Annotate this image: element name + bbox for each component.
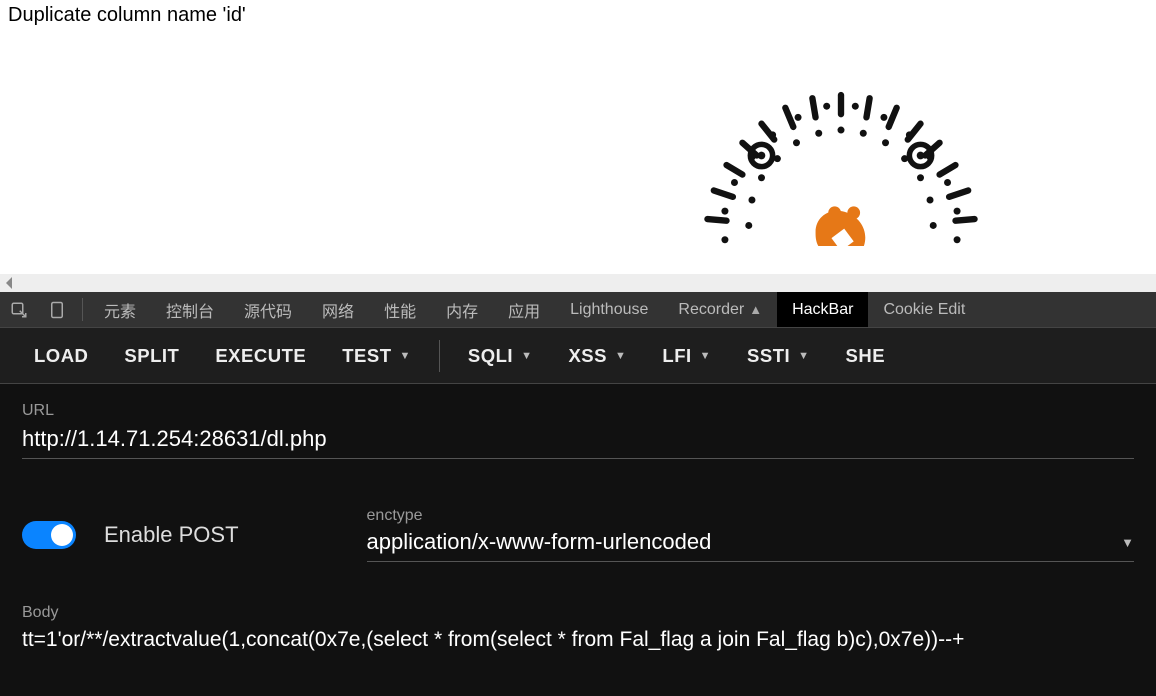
tab-recorder-label: Recorder xyxy=(678,301,744,319)
toggle-knob xyxy=(51,524,73,546)
body-label: Body xyxy=(22,604,1134,622)
tab-application[interactable]: 应用 xyxy=(493,292,555,327)
horizontal-scrollbar[interactable] xyxy=(0,274,1156,292)
sqli-dropdown[interactable]: SQLI ▼ xyxy=(454,337,547,375)
enctype-select[interactable]: application/x-www-form-urlencoded xyxy=(367,529,1122,555)
tab-hackbar[interactable]: HackBar xyxy=(777,292,868,327)
tab-lighthouse[interactable]: Lighthouse xyxy=(555,292,663,327)
hackbar-body: URL http://1.14.71.254:28631/dl.php Enab… xyxy=(0,384,1156,696)
enctype-label: enctype xyxy=(367,507,1134,525)
ssti-dropdown[interactable]: SSTI ▼ xyxy=(733,337,824,375)
tab-separator xyxy=(82,298,83,321)
tab-performance[interactable]: 性能 xyxy=(369,292,431,327)
body-input[interactable]: tt=1'or/**/extractvalue(1,concat(0x7e,(s… xyxy=(22,626,1134,652)
test-dropdown[interactable]: TEST ▼ xyxy=(328,337,425,375)
device-toggle-icon[interactable] xyxy=(38,292,76,327)
enable-post-label: Enable POST xyxy=(104,522,239,548)
split-button[interactable]: SPLIT xyxy=(110,337,193,375)
load-button[interactable]: LOAD xyxy=(20,337,102,375)
url-input[interactable]: http://1.14.71.254:28631/dl.php xyxy=(22,424,1134,459)
page-content: Duplicate column name 'id' xyxy=(0,0,1156,274)
url-label: URL xyxy=(22,402,1134,420)
tab-sources[interactable]: 源代码 xyxy=(229,292,307,327)
flask-icon: ▲ xyxy=(749,302,762,317)
ssti-label: SSTI xyxy=(747,345,790,367)
test-label: TEST xyxy=(342,345,391,367)
tab-console[interactable]: 控制台 xyxy=(151,292,229,327)
devtools-panel: 元素 控制台 源代码 网络 性能 内存 应用 Lighthouse Record… xyxy=(0,292,1156,696)
qr-code-image xyxy=(682,76,1000,246)
tab-cookie-editor[interactable]: Cookie Edit xyxy=(868,292,980,327)
caret-down-icon: ▼ xyxy=(700,350,711,362)
sqli-label: SQLI xyxy=(468,345,513,367)
inspect-element-icon[interactable] xyxy=(0,292,38,327)
shell-label: SHE xyxy=(846,345,886,367)
xss-label: XSS xyxy=(568,345,607,367)
caret-down-icon: ▼ xyxy=(521,350,532,362)
xss-dropdown[interactable]: XSS ▼ xyxy=(554,337,640,375)
caret-down-icon: ▼ xyxy=(400,350,411,362)
enctype-field: enctype application/x-www-form-urlencode… xyxy=(367,507,1134,562)
toolbar-separator xyxy=(439,340,440,372)
caret-down-icon: ▼ xyxy=(798,350,809,362)
devtools-tabbar: 元素 控制台 源代码 网络 性能 内存 应用 Lighthouse Record… xyxy=(0,292,1156,328)
chevron-down-icon[interactable]: ▼ xyxy=(1121,535,1134,550)
tab-network[interactable]: 网络 xyxy=(307,292,369,327)
execute-button[interactable]: EXECUTE xyxy=(201,337,320,375)
hackbar-toolbar: LOAD SPLIT EXECUTE TEST ▼ SQLI ▼ XSS ▼ L… xyxy=(0,328,1156,384)
sql-error-message: Duplicate column name 'id' xyxy=(8,4,1148,27)
shell-dropdown[interactable]: SHE xyxy=(832,337,900,375)
tab-recorder[interactable]: Recorder ▲ xyxy=(663,292,777,327)
enable-post-toggle[interactable] xyxy=(22,521,76,549)
lfi-dropdown[interactable]: LFI ▼ xyxy=(648,337,725,375)
tab-memory[interactable]: 内存 xyxy=(431,292,493,327)
tab-elements[interactable]: 元素 xyxy=(89,292,151,327)
caret-down-icon: ▼ xyxy=(615,350,626,362)
lfi-label: LFI xyxy=(662,345,691,367)
